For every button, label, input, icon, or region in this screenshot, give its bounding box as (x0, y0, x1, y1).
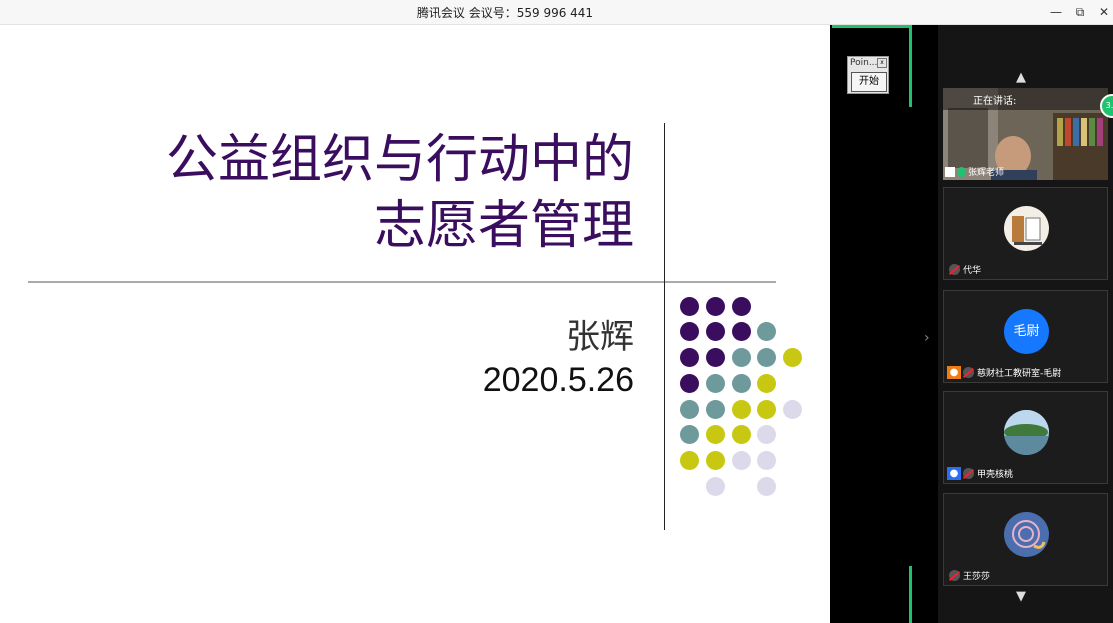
decor-dot (783, 400, 802, 419)
share-border-top (832, 25, 912, 28)
decor-dot (732, 297, 751, 316)
pointer-close-button[interactable]: x (877, 58, 887, 68)
decor-dot (706, 374, 725, 393)
avatar-image (1004, 410, 1049, 455)
window-title: 腾讯会议 会议号：559 996 441 (416, 6, 594, 20)
mic-muted-icon (949, 569, 960, 581)
participant-tile[interactable]: ● 甲壳核桃 (943, 391, 1108, 484)
decor-dot (680, 425, 699, 444)
share-border-right-top (909, 25, 912, 107)
avatar-image (1012, 520, 1046, 549)
participant-namebar: ● 慈财社工教研室-毛尉 (947, 365, 1061, 379)
decor-dot (680, 348, 699, 367)
slide-title-line-2: 志愿者管理 (373, 196, 634, 256)
scroll-up-icon[interactable]: ▲ (1016, 70, 1026, 85)
participant-namebar: ● 甲壳核桃 (947, 466, 1013, 480)
decor-dot (680, 322, 699, 341)
decor-dot (680, 297, 699, 316)
slide-title: 公益组织与行动中的 志愿者管理 (166, 127, 634, 259)
restore-button[interactable]: ⧉ (1068, 2, 1092, 22)
avatar-image (1012, 216, 1042, 245)
expand-sidebar-icon[interactable]: › (924, 330, 930, 346)
person-icon: ● (947, 466, 961, 480)
speaking-overlay (943, 88, 1108, 110)
window-titlebar: 腾讯会议 会议号：559 996 441 — ⧉ ✕ (0, 0, 1113, 25)
participant-tile[interactable]: 毛尉 ● 慈财社工教研室-毛尉 (943, 290, 1108, 383)
mic-muted-icon (963, 467, 974, 479)
decor-dot (757, 451, 776, 470)
decor-dot (732, 348, 751, 367)
participant-tile[interactable]: 王莎莎 (943, 493, 1108, 586)
mic-muted-icon (949, 263, 960, 275)
decor-dot (680, 451, 699, 470)
participant-namebar: 王莎莎 (947, 568, 990, 582)
decor-dot (706, 322, 725, 341)
decor-dot (757, 348, 776, 367)
decor-dot (757, 425, 776, 444)
decor-dot (783, 348, 802, 367)
minimize-button[interactable]: — (1044, 2, 1068, 22)
decor-dot (732, 425, 751, 444)
participant-name: 甲壳核桃 (977, 469, 1014, 480)
decor-dot (706, 400, 725, 419)
participant-tile[interactable]: 代华 (943, 187, 1108, 280)
decor-dot (680, 374, 699, 393)
decor-dot (706, 477, 725, 496)
participant-name: 慈财社工教研室-毛尉 (977, 368, 1062, 379)
decor-dot (706, 348, 725, 367)
decor-dot (757, 477, 776, 496)
speaker-namebar: 张辉老师 (945, 165, 1004, 178)
decor-dot (706, 425, 725, 444)
avatar (1004, 206, 1049, 251)
decor-dot (757, 374, 776, 393)
share-border-right-bottom (909, 566, 912, 623)
pointer-start-button[interactable]: 开始 (851, 72, 887, 92)
slide-date: 2020.5.26 (482, 361, 634, 399)
participant-name: 张辉老师 (968, 168, 1005, 178)
shared-slide: 公益组织与行动中的 志愿者管理 张辉 2020.5.26 (0, 25, 830, 623)
slide-author: 张辉 (566, 317, 634, 357)
decor-dot (732, 400, 751, 419)
decor-dot (680, 400, 699, 419)
mic-on-icon (958, 166, 965, 177)
slide-title-line-1: 公益组织与行动中的 (165, 130, 634, 190)
pointer-widget: Poin... x 开始 (847, 56, 889, 94)
decor-dot (757, 400, 776, 419)
avatar (1004, 512, 1049, 557)
speaking-label: 正在讲话: (973, 96, 1017, 107)
mic-muted-icon (963, 366, 974, 378)
decor-dot (706, 297, 725, 316)
decor-dot (732, 374, 751, 393)
avatar: 毛尉 (1004, 309, 1049, 354)
participant-namebar: 代华 (947, 262, 981, 276)
decor-dot (732, 322, 751, 341)
person-icon: ● (947, 365, 961, 379)
decor-dot (706, 451, 725, 470)
close-button[interactable]: ✕ (1092, 2, 1113, 22)
decor-dot (757, 322, 776, 341)
avatar (1004, 410, 1049, 455)
sidebar-gutter (830, 25, 938, 623)
participant-name: 王莎莎 (963, 571, 991, 582)
decor-dot (732, 451, 751, 470)
scroll-down-icon[interactable]: ▼ (1016, 589, 1026, 604)
vertical-divider (664, 123, 665, 530)
screen-share-icon (945, 166, 955, 177)
participant-name: 代华 (963, 265, 982, 276)
